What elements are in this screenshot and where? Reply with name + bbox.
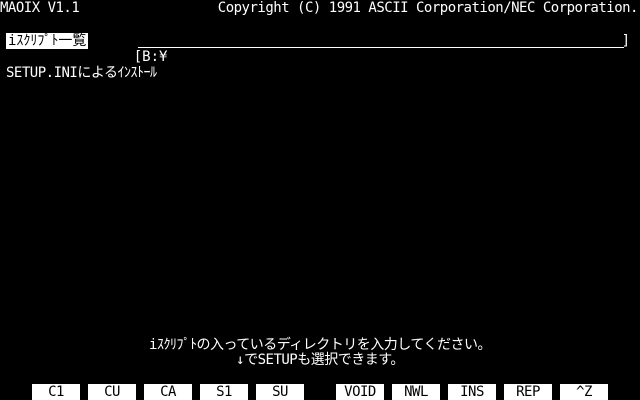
script-list-label: iｽｸﾘﾌﾟﾄ一覧	[6, 33, 89, 49]
fkey-7-nwl[interactable]: NWL	[392, 384, 440, 400]
directory-path-input[interactable]: [B:¥ ]	[100, 33, 630, 65]
app-title: MAOIX V1.1	[0, 0, 80, 16]
fkey-10-ctrl-z[interactable]: ^Z	[560, 384, 608, 400]
fkey-1-c1[interactable]: C1	[32, 384, 80, 400]
path-suffix: ]	[621, 33, 630, 49]
prompt-message-line-1: iｽｸﾘﾌﾟﾄの入っているディレクトリを入力してください。	[149, 337, 491, 353]
path-prefix: [B:¥	[133, 49, 168, 65]
fkey-9-rep[interactable]: REP	[504, 384, 552, 400]
fkey-4-s1[interactable]: S1	[200, 384, 248, 400]
copyright-notice: Copyright (C) 1991 ASCII Corporation/NEC…	[217, 0, 639, 16]
prompt-message-line-2: ↓でSETUPも選択できます。	[236, 352, 404, 368]
fkey-8-ins[interactable]: INS	[448, 384, 496, 400]
dos-screen: MAOIX V1.1 Copyright (C) 1991 ASCII Corp…	[0, 0, 640, 400]
function-key-bar: C1 CU CA S1 SU VOID NWL INS REP ^Z	[0, 384, 640, 400]
fkey-2-cu[interactable]: CU	[88, 384, 136, 400]
fkey-5-su[interactable]: SU	[256, 384, 304, 400]
fkey-3-ca[interactable]: CA	[144, 384, 192, 400]
fkey-6-void[interactable]: VOID	[336, 384, 384, 400]
input-underline	[138, 47, 624, 48]
script-list-item[interactable]: SETUP.INIによるｲﾝｽﾄｰﾙ	[6, 65, 157, 81]
